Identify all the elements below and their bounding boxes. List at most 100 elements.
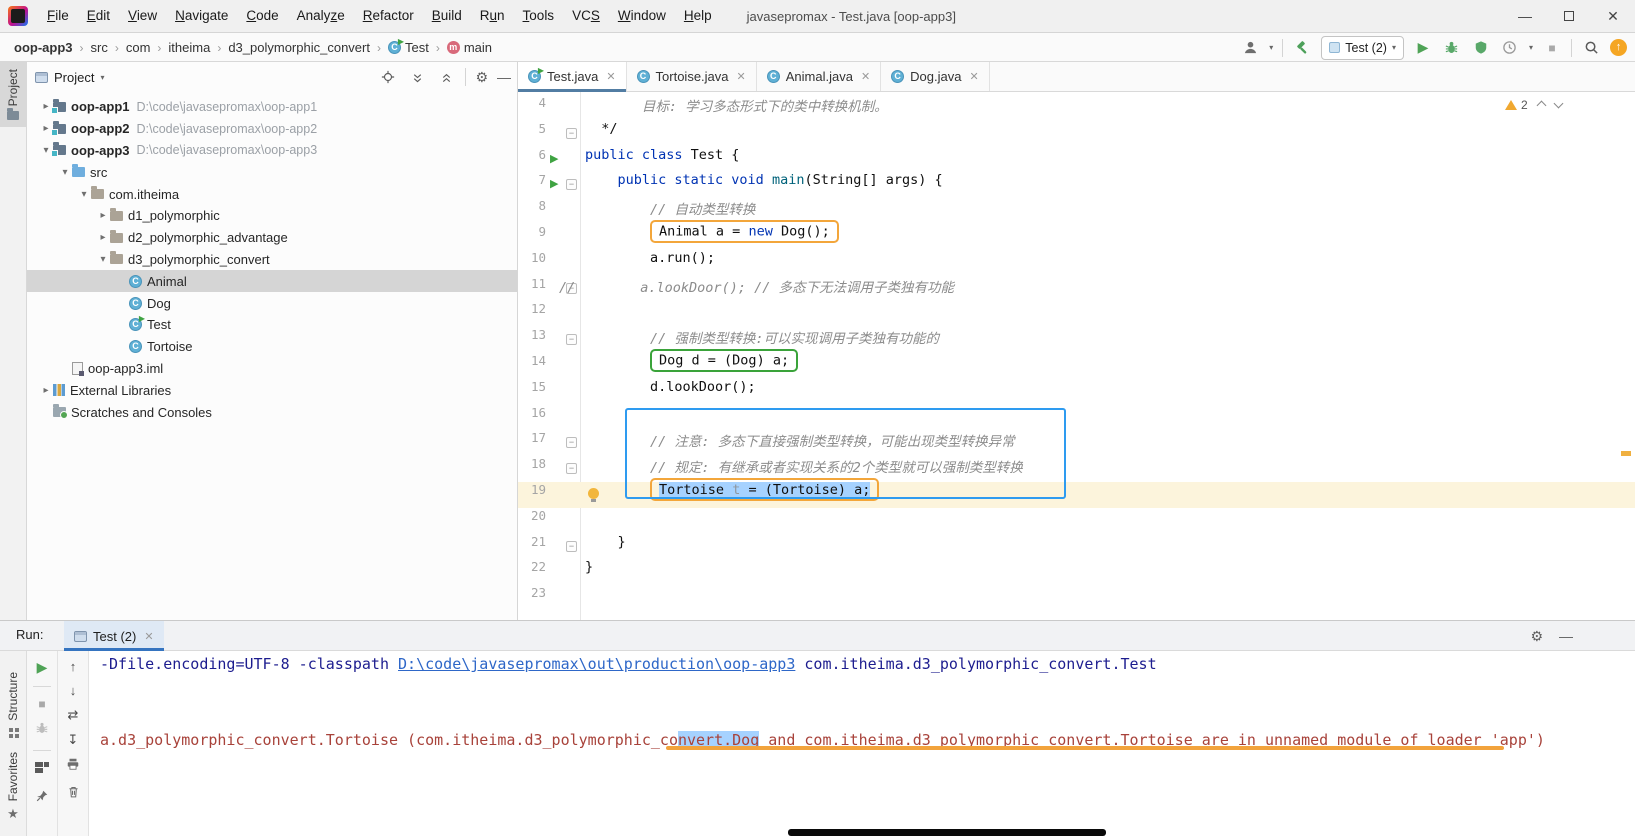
pin-tab-icon[interactable]: [35, 789, 49, 808]
down-stack-trace-icon[interactable]: ↓: [70, 683, 77, 698]
breadcrumb-item-d3_polymorphic_convert[interactable]: d3_polymorphic_convert: [228, 40, 370, 55]
tree-item-d1-polymorphic[interactable]: ▸ d1_polymorphic: [27, 205, 517, 227]
close-icon[interactable]: ✕: [861, 70, 870, 83]
expand-all-icon[interactable]: [407, 67, 427, 87]
update-available-icon[interactable]: ↑: [1610, 39, 1627, 56]
chevron-down-icon: ▾: [1391, 43, 1396, 52]
tree-item-d2-polymorphic-advantage[interactable]: ▸ d2_polymorphic_advantage: [27, 227, 517, 249]
run-settings-gear-icon[interactable]: ⚙: [1530, 628, 1543, 645]
module-file-icon: [72, 361, 84, 376]
scroll-to-end-icon[interactable]: ↧: [68, 732, 79, 748]
debug-button[interactable]: [1442, 38, 1462, 58]
tree-item-scratches-and-consoles[interactable]: Scratches and Consoles: [27, 401, 517, 423]
video-progress-bar: [788, 829, 1106, 836]
maximize-button[interactable]: [1547, 0, 1591, 33]
breadcrumb-item-itheima[interactable]: itheima: [168, 40, 210, 55]
tree-item-d3-polymorphic-convert[interactable]: ▾ d3_polymorphic_convert: [27, 249, 517, 271]
minimize-button[interactable]: —: [1503, 0, 1547, 33]
hide-run-panel-icon[interactable]: —: [1559, 628, 1573, 644]
collapse-all-icon[interactable]: [436, 67, 456, 87]
next-problem-icon[interactable]: [1553, 98, 1564, 109]
previous-problem-icon[interactable]: [1536, 100, 1547, 110]
close-icon[interactable]: ✕: [606, 70, 615, 83]
stop-process-button[interactable]: ■: [38, 697, 45, 711]
hide-panel-icon[interactable]: —: [497, 69, 511, 85]
profiler-dropdown-icon[interactable]: ▾: [1529, 43, 1533, 52]
tree-item-com-itheima[interactable]: ▾ com.itheima: [27, 183, 517, 205]
menu-item-build[interactable]: Build: [423, 0, 471, 32]
menu-item-file[interactable]: File: [38, 0, 78, 32]
stripe-tab-project[interactable]: Project: [0, 62, 26, 128]
rerun-button[interactable]: ▶: [37, 659, 48, 676]
chevron-down-icon[interactable]: ▾: [100, 73, 104, 82]
search-everywhere-icon[interactable]: [1581, 38, 1601, 58]
close-button[interactable]: ✕: [1591, 0, 1635, 33]
fold-icon[interactable]: −: [566, 463, 577, 475]
locate-file-icon[interactable]: [378, 67, 398, 87]
menu-item-edit[interactable]: Edit: [78, 0, 119, 32]
fold-icon[interactable]: −: [566, 127, 577, 139]
menu-item-help[interactable]: Help: [675, 0, 721, 32]
clear-all-trash-icon[interactable]: [67, 785, 80, 804]
tree-item-src[interactable]: ▾ src: [27, 161, 517, 183]
up-stack-trace-icon[interactable]: ↑: [70, 659, 77, 674]
close-icon[interactable]: ✕: [144, 630, 153, 643]
tree-item-dog[interactable]: C Dog: [27, 292, 517, 314]
stripe-tab-favorites[interactable]: Favorites ★: [0, 745, 26, 829]
breadcrumb-item-test[interactable]: C ▶ Test: [387, 38, 429, 55]
fold-icon[interactable]: −: [566, 334, 577, 346]
editor-tab-dog-java[interactable]: C Dog.java ✕: [881, 62, 990, 91]
stripe-tab-structure[interactable]: Structure: [0, 665, 26, 745]
profiler-button[interactable]: [1500, 38, 1520, 58]
run-configuration-select[interactable]: Test (2) ▾: [1321, 35, 1404, 60]
menu-item-window[interactable]: Window: [609, 0, 675, 32]
stop-button[interactable]: ■: [1542, 38, 1562, 58]
run-line-icon[interactable]: ▶: [550, 172, 558, 198]
tree-item-oop-app2[interactable]: ▸ oop-app2 D:\code\javasepromax\oop-app2: [27, 118, 517, 140]
print-icon[interactable]: [66, 757, 80, 776]
tree-item-oop-app3-iml[interactable]: oop-app3.iml: [27, 358, 517, 380]
menu-item-refactor[interactable]: Refactor: [354, 0, 423, 32]
tree-item-oop-app1[interactable]: ▸ oop-app1 D:\code\javasepromax\oop-app1: [27, 96, 517, 118]
close-icon[interactable]: ✕: [969, 70, 978, 83]
tree-item-external-libraries[interactable]: ▸ External Libraries: [27, 379, 517, 401]
settings-gear-icon[interactable]: ⚙: [475, 69, 488, 86]
tree-item-tortoise[interactable]: C Tortoise: [27, 336, 517, 358]
editor-tab-test-java[interactable]: C ▶ Test.java ✕: [518, 62, 627, 92]
editor-area[interactable]: C ▶ Test.java ✕ C Tortoise.java ✕ C Animal.java ✕…: [518, 62, 1635, 620]
breadcrumb-item-src[interactable]: src: [91, 40, 108, 55]
tree-item-animal[interactable]: C Animal: [27, 270, 517, 293]
menu-item-tools[interactable]: Tools: [514, 0, 564, 32]
user-icon[interactable]: [1240, 38, 1260, 58]
menu-item-analyze[interactable]: Analyze: [288, 0, 354, 32]
restore-layout-icon[interactable]: [35, 761, 49, 779]
menu-item-navigate[interactable]: Navigate: [166, 0, 237, 32]
fold-icon[interactable]: −: [566, 540, 577, 552]
breadcrumb-item-main[interactable]: m main: [446, 40, 492, 55]
editor-tab-animal-java[interactable]: C Animal.java ✕: [757, 62, 882, 91]
fold-icon[interactable]: −: [566, 437, 577, 449]
menu-item-view[interactable]: View: [119, 0, 166, 32]
fold-icon[interactable]: −: [566, 179, 577, 191]
breadcrumb-item-oop-app3[interactable]: oop-app3: [14, 40, 73, 55]
user-dropdown-icon[interactable]: ▾: [1269, 43, 1273, 52]
editor-tab-tortoise-java[interactable]: C Tortoise.java ✕: [627, 62, 757, 91]
menu-item-code[interactable]: Code: [237, 0, 287, 32]
run-line-icon[interactable]: ▶: [550, 147, 558, 173]
soft-wrap-icon[interactable]: ⇄: [68, 707, 79, 723]
run-with-coverage-button[interactable]: [1471, 38, 1491, 58]
run-console-output[interactable]: -Dfile.encoding=UTF-8 -classpath D:\code…: [89, 651, 1635, 836]
menu-item-vcs[interactable]: VCS: [563, 0, 609, 32]
build-hammer-icon[interactable]: [1292, 38, 1312, 58]
tree-item-oop-app3[interactable]: ▾ oop-app3 D:\code\javasepromax\oop-app3: [27, 140, 517, 162]
window-controls: — ✕: [1503, 0, 1635, 33]
run-button[interactable]: ▶: [1413, 38, 1433, 58]
close-icon[interactable]: ✕: [737, 70, 746, 83]
classpath-link[interactable]: D:\code\javasepromax\out\production\oop-…: [398, 655, 795, 673]
menu-item-run[interactable]: Run: [471, 0, 514, 32]
run-tab[interactable]: Test (2) ✕: [64, 621, 164, 651]
breadcrumb-item-com[interactable]: com: [126, 40, 151, 55]
tree-item-test[interactable]: C ▶ Test: [27, 314, 517, 336]
line-number: 12: [530, 301, 546, 317]
code-editor[interactable]: 4 目标: 学习多态形式下的类中转换机制。 5− */6 ▶ public class…: [518, 92, 1635, 620]
